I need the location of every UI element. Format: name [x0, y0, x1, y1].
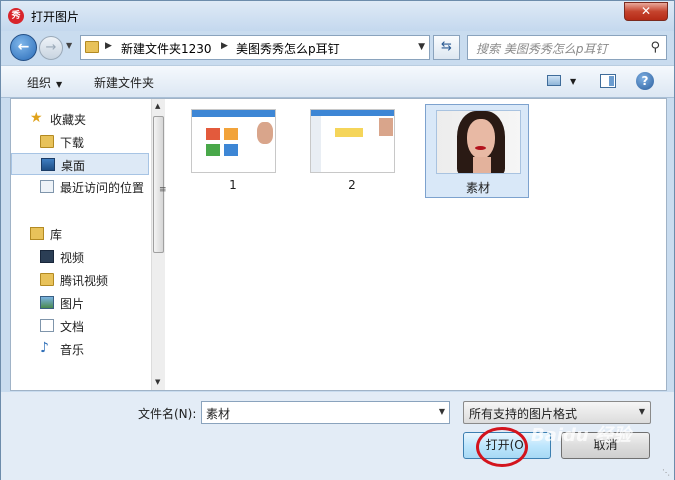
sidebar-item-label: 下载 — [60, 136, 85, 150]
sidebar-item-desktop[interactable]: 桌面 — [11, 153, 149, 175]
sidebar-item-label: 最近访问的位置 — [60, 181, 145, 195]
folder-icon — [40, 273, 54, 286]
sidebar-item-label: 音乐 — [60, 343, 85, 357]
filename-value: 素材 — [206, 407, 231, 421]
recent-places-icon — [40, 180, 54, 193]
file-thumbnail — [310, 109, 395, 173]
chevron-down-icon[interactable]: ▼ — [570, 77, 576, 86]
file-item[interactable]: 2 — [300, 104, 404, 198]
pictures-icon — [40, 296, 54, 309]
file-list: 1 2 素材 — [167, 99, 666, 390]
close-button[interactable]: ✕ — [624, 2, 668, 21]
search-placeholder: 搜索 美图秀秀怎么p耳钉 — [476, 42, 608, 56]
sidebar-item-music[interactable]: ♪ 音乐 — [11, 338, 149, 360]
sidebar-item-recent-places[interactable]: 最近访问的位置 — [11, 176, 149, 198]
sidebar-item-documents[interactable]: 文档 — [11, 315, 149, 337]
annotation-circle — [476, 427, 528, 467]
file-thumbnail — [436, 110, 521, 174]
chevron-right-icon[interactable]: ▶ — [221, 41, 228, 51]
file-name: 1 — [229, 178, 237, 192]
search-icon[interactable]: ⚲ — [650, 40, 660, 55]
scroll-up-icon[interactable]: ▲ — [155, 102, 160, 110]
content-area: ★ 收藏夹 下载 桌面 最近访问的位置 库 视频 腾讯视频 图片 文档 ♪ 音乐… — [10, 98, 667, 391]
file-item[interactable]: 1 — [181, 104, 285, 198]
chevron-down-icon[interactable]: ▼ — [418, 42, 425, 52]
history-dropdown-icon[interactable]: ▼ — [66, 41, 72, 50]
navigation-bar: ← → ▼ ▶ 新建文件夹1230 ▶ 美图秀秀怎么p耳钉 ▼ ⇆ 搜索 美图秀… — [1, 31, 674, 63]
pane-resize-handle[interactable]: ≡ — [159, 185, 167, 195]
desktop-icon — [41, 158, 55, 171]
download-folder-icon — [40, 135, 54, 148]
chevron-down-icon: ▼ — [56, 80, 63, 89]
sidebar-item-label: 桌面 — [61, 159, 86, 173]
star-icon: ★ — [30, 110, 43, 126]
file-item-selected[interactable]: 素材 — [425, 104, 529, 198]
filename-label: 文件名(N): — [138, 407, 197, 421]
file-name: 2 — [348, 178, 356, 192]
window-title: 打开图片 — [31, 10, 80, 24]
command-toolbar: 组织 ▼ 新建文件夹 ▼ ? — [1, 65, 674, 98]
breadcrumb-segment[interactable]: 美图秀秀怎么p耳钉 — [236, 40, 340, 57]
sidebar-scrollbar[interactable]: ▲ ▼ — [151, 99, 165, 390]
filename-input[interactable]: 素材 ▼ — [201, 401, 450, 424]
resize-grip-icon[interactable]: ⋱ — [662, 468, 670, 477]
file-type-value: 所有支持的图片格式 — [469, 407, 578, 421]
chevron-down-icon[interactable]: ▼ — [639, 407, 645, 416]
refresh-button[interactable]: ⇆ — [433, 35, 460, 60]
new-folder-button[interactable]: 新建文件夹 — [94, 74, 154, 91]
address-bar[interactable]: ▶ 新建文件夹1230 ▶ 美图秀秀怎么p耳钉 ▼ — [80, 35, 430, 60]
sidebar-item-libraries[interactable]: 库 — [11, 223, 149, 245]
sidebar-item-label: 视频 — [60, 251, 85, 265]
organize-label: 组织 — [27, 76, 52, 90]
sidebar-item-favorites[interactable]: ★ 收藏夹 — [11, 108, 149, 130]
sidebar-item-label: 文档 — [60, 320, 85, 334]
sidebar-item-downloads[interactable]: 下载 — [11, 131, 149, 153]
chevron-down-icon[interactable]: ▼ — [439, 407, 445, 416]
back-button[interactable]: ← — [10, 34, 37, 61]
video-icon — [40, 250, 54, 263]
help-icon[interactable]: ? — [636, 72, 654, 90]
sidebar-item-tencent-video[interactable]: 腾讯视频 — [11, 269, 149, 291]
chevron-right-icon[interactable]: ▶ — [105, 41, 112, 51]
sidebar-item-label: 收藏夹 — [50, 113, 87, 127]
sidebar-item-label: 腾讯视频 — [60, 274, 109, 288]
organize-menu[interactable]: 组织 ▼ — [27, 74, 62, 91]
change-view-icon[interactable] — [547, 75, 561, 86]
title-bar: 秀 打开图片 ✕ — [1, 1, 674, 31]
open-image-dialog: 秀 打开图片 ✕ ← → ▼ ▶ 新建文件夹1230 ▶ 美图秀秀怎么p耳钉 ▼… — [0, 0, 675, 480]
app-icon: 秀 — [8, 8, 24, 24]
watermark: Baidu 经验 — [531, 425, 632, 446]
file-name: 素材 — [465, 181, 490, 195]
sidebar-item-label: 图片 — [60, 297, 85, 311]
preview-pane-icon[interactable] — [600, 74, 616, 88]
folder-icon — [85, 41, 99, 53]
sidebar-item-pictures[interactable]: 图片 — [11, 292, 149, 314]
library-icon — [30, 227, 44, 240]
search-input[interactable]: 搜索 美图秀秀怎么p耳钉 ⚲ — [467, 35, 667, 60]
forward-button[interactable]: → — [39, 36, 63, 60]
sidebar-item-label: 库 — [50, 228, 63, 242]
navigation-pane: ★ 收藏夹 下载 桌面 最近访问的位置 库 视频 腾讯视频 图片 文档 ♪ 音乐… — [11, 99, 167, 390]
documents-icon — [40, 319, 54, 332]
music-icon: ♪ — [40, 340, 49, 356]
sidebar-item-videos[interactable]: 视频 — [11, 246, 149, 268]
file-thumbnail — [191, 109, 276, 173]
breadcrumb-segment[interactable]: 新建文件夹1230 — [121, 40, 212, 57]
scroll-down-icon[interactable]: ▼ — [155, 378, 160, 386]
